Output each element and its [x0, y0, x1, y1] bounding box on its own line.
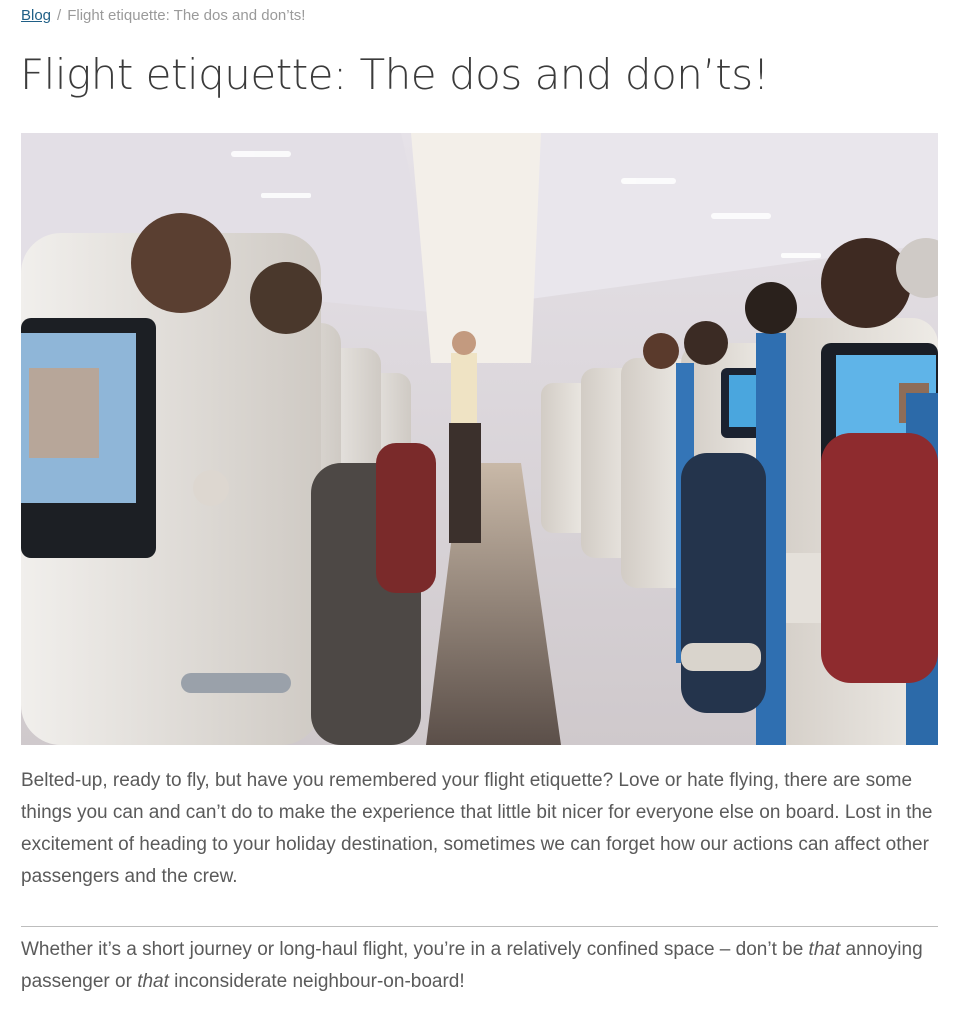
lead-text-3: inconsiderate neighbour-on-board! [168, 971, 465, 992]
article-intro: Belted-up, ready to fly, but have you re… [21, 770, 933, 887]
lead-emphasis-1: that [808, 939, 841, 960]
lead-emphasis-2: that [137, 971, 169, 992]
lead-text-1: Whether it’s a short journey or long-hau… [21, 939, 809, 960]
breadcrumb: Blog / Flight etiquette: The dos and don’t… [21, 7, 305, 24]
breadcrumb-blog-link[interactable]: Blog [21, 7, 51, 24]
article-lead: Whether it’s a short journey or long-hau… [21, 934, 941, 998]
divider [21, 926, 938, 927]
page-title: Flight etiquette: The dos and don’ts! [20, 50, 769, 99]
breadcrumb-current: Flight etiquette: The dos and don’ts! [67, 7, 306, 24]
breadcrumb-separator: / [57, 7, 62, 24]
hero-image-airplane-cabin [21, 133, 938, 745]
